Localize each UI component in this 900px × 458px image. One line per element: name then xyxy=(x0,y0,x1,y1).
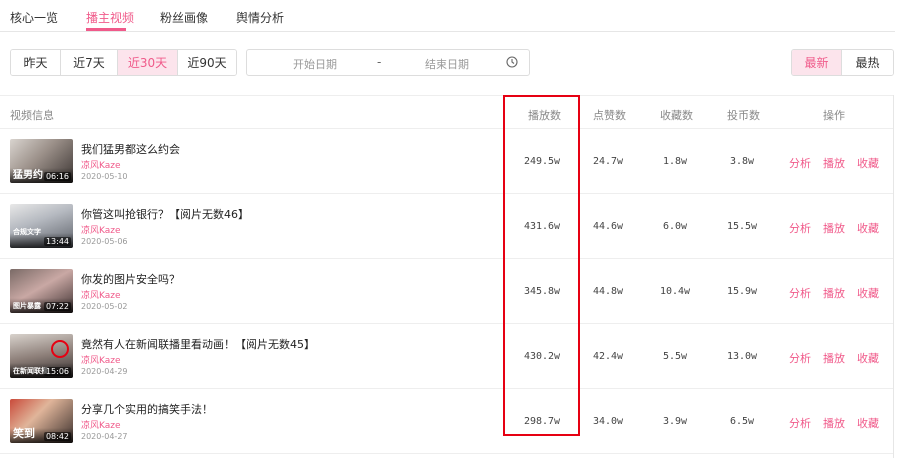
coin-count: 15.9w xyxy=(726,286,758,297)
analyze-button[interactable]: 分析 xyxy=(789,155,811,171)
play-button[interactable]: 播放 xyxy=(823,350,845,366)
thumbnail-caption: 猛男约 xyxy=(13,170,43,181)
favorite-button[interactable]: 收藏 xyxy=(857,285,879,301)
range-7days-button[interactable]: 近7天 xyxy=(61,50,118,75)
date-separator: - xyxy=(377,55,382,69)
video-thumbnail[interactable]: 笑到 08:42 xyxy=(10,399,73,443)
video-date: 2020-05-10 xyxy=(81,172,128,181)
table-row: 合规文字 13:44 你管这叫抢银行？【阅片无数46】 凉风Kaze 2020-… xyxy=(0,194,893,259)
play-button[interactable]: 播放 xyxy=(823,155,845,171)
video-date: 2020-04-29 xyxy=(81,367,128,376)
video-author[interactable]: 凉风Kaze xyxy=(81,158,121,171)
like-count: 44.8w xyxy=(592,286,624,297)
favorite-count: 3.9w xyxy=(662,416,688,427)
table-row: 在新闻联播 15:06 竟然有人在新闻联播里看动画！【阅片无数45】 凉风Kaz… xyxy=(0,324,893,389)
favorite-count: 5.5w xyxy=(662,351,688,362)
thumbnail-caption: 图片暴露 xyxy=(13,302,41,310)
favorite-button[interactable]: 收藏 xyxy=(857,350,879,366)
like-count: 42.4w xyxy=(592,351,624,362)
video-author[interactable]: 凉风Kaze xyxy=(81,418,121,431)
end-date-field[interactable]: 结束日期 xyxy=(425,56,469,72)
highlight-circle-icon xyxy=(51,340,69,358)
tab-fan-profile[interactable]: 粉丝画像 xyxy=(160,9,208,26)
analyze-button[interactable]: 分析 xyxy=(789,350,811,366)
video-thumbnail[interactable]: 图片暴露 07:22 xyxy=(10,269,73,313)
column-coins: 投币数 xyxy=(727,109,760,122)
video-duration: 07:22 xyxy=(43,302,71,311)
date-range-picker[interactable]: 开始日期 - 结束日期 xyxy=(246,49,530,76)
time-range-selector: 昨天 近7天 近30天 近90天 xyxy=(10,49,237,76)
range-90days-button[interactable]: 近90天 xyxy=(178,50,236,75)
favorite-count: 10.4w xyxy=(659,286,691,297)
active-tab-indicator xyxy=(86,28,126,31)
tab-core-overview[interactable]: 核心一览 xyxy=(10,9,58,26)
video-title[interactable]: 你管这叫抢银行？【阅片无数46】 xyxy=(81,206,249,222)
play-button[interactable]: 播放 xyxy=(823,220,845,236)
video-title[interactable]: 你发的图片安全吗？ xyxy=(81,271,180,287)
analyze-button[interactable]: 分析 xyxy=(789,220,811,236)
top-tab-bar: 核心一览 播主视频 粉丝画像 舆情分析 xyxy=(0,0,895,32)
table-row: 猛男约 06:16 我们猛男都这么约会 凉风Kaze 2020-05-10 24… xyxy=(0,129,893,194)
sort-hottest-button[interactable]: 最热 xyxy=(842,50,893,75)
video-thumbnail[interactable]: 猛男约 06:16 xyxy=(10,139,73,183)
column-video-info: 视频信息 xyxy=(10,109,54,122)
video-date: 2020-05-06 xyxy=(81,237,128,246)
coin-count: 6.5w xyxy=(729,416,755,427)
video-title[interactable]: 分享几个实用的搞笑手法！ xyxy=(81,401,213,417)
play-count-highlight-box xyxy=(503,95,580,436)
favorite-count: 1.8w xyxy=(662,156,688,167)
table-row: 笑到 08:42 分享几个实用的搞笑手法！ 凉风Kaze 2020-04-27 … xyxy=(0,389,893,454)
video-thumbnail[interactable]: 合规文字 13:44 xyxy=(10,204,73,248)
favorite-button[interactable]: 收藏 xyxy=(857,155,879,171)
favorite-button[interactable]: 收藏 xyxy=(857,220,879,236)
video-title[interactable]: 竟然有人在新闻联播里看动画！【阅片无数45】 xyxy=(81,336,315,352)
video-author[interactable]: 凉风Kaze xyxy=(81,288,121,301)
thumbnail-caption: 在新闻联播 xyxy=(13,367,48,375)
video-author[interactable]: 凉风Kaze xyxy=(81,353,121,366)
column-favorites: 收藏数 xyxy=(660,109,693,122)
table-right-border xyxy=(893,95,894,458)
play-button[interactable]: 播放 xyxy=(823,415,845,431)
tab-sentiment-analysis[interactable]: 舆情分析 xyxy=(236,9,284,26)
start-date-field[interactable]: 开始日期 xyxy=(293,56,337,72)
analyze-button[interactable]: 分析 xyxy=(789,285,811,301)
analyze-button[interactable]: 分析 xyxy=(789,415,811,431)
like-count: 44.6w xyxy=(592,221,624,232)
video-title[interactable]: 我们猛男都这么约会 xyxy=(81,141,180,157)
like-count: 34.0w xyxy=(592,416,624,427)
video-duration: 13:44 xyxy=(43,237,71,246)
table-row: 图片暴露 07:22 你发的图片安全吗？ 凉风Kaze 2020-05-02 3… xyxy=(0,259,893,324)
play-button[interactable]: 播放 xyxy=(823,285,845,301)
sort-selector: 最新 最热 xyxy=(791,49,894,76)
video-author[interactable]: 凉风Kaze xyxy=(81,223,121,236)
video-date: 2020-05-02 xyxy=(81,302,128,311)
column-likes: 点赞数 xyxy=(593,109,626,122)
video-date: 2020-04-27 xyxy=(81,432,128,441)
range-30days-button[interactable]: 近30天 xyxy=(118,50,178,75)
column-actions: 操作 xyxy=(823,109,845,122)
sort-latest-button[interactable]: 最新 xyxy=(792,50,842,75)
tab-creator-videos[interactable]: 播主视频 xyxy=(86,9,134,26)
video-duration: 06:16 xyxy=(43,172,71,181)
favorite-count: 6.0w xyxy=(662,221,688,232)
coin-count: 15.5w xyxy=(726,221,758,232)
clock-icon xyxy=(506,56,518,68)
table-header: 视频信息 播放数 点赞数 收藏数 投币数 操作 xyxy=(0,95,893,129)
thumbnail-caption: 合规文字 xyxy=(13,228,41,236)
video-thumbnail[interactable]: 在新闻联播 15:06 xyxy=(10,334,73,378)
favorite-button[interactable]: 收藏 xyxy=(857,415,879,431)
coin-count: 3.8w xyxy=(729,156,755,167)
like-count: 24.7w xyxy=(592,156,624,167)
video-duration: 08:42 xyxy=(43,432,71,441)
coin-count: 13.0w xyxy=(726,351,758,362)
thumbnail-caption: 笑到 xyxy=(13,427,35,440)
video-duration: 15:06 xyxy=(43,367,71,376)
range-yesterday-button[interactable]: 昨天 xyxy=(11,50,61,75)
